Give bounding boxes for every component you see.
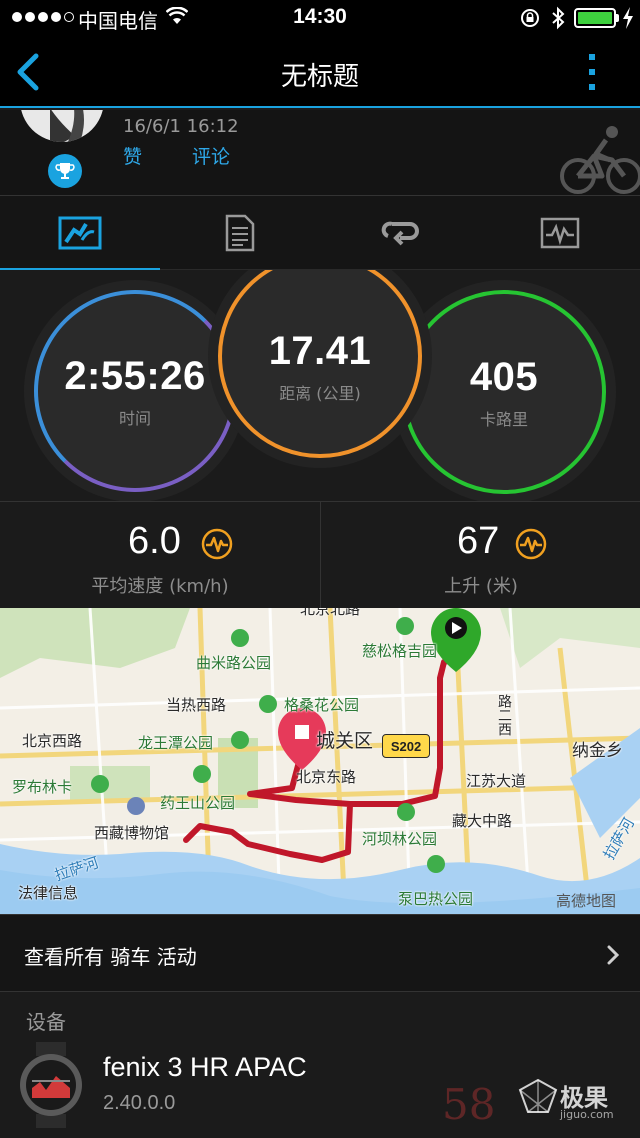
calories-label: 卡路里 bbox=[479, 409, 528, 429]
activity-date: 16/6/1 16:12 bbox=[123, 116, 239, 137]
activity-pulse-icon bbox=[201, 528, 233, 560]
calories-metric: 405 卡路里 bbox=[402, 290, 606, 494]
map-label: 当热西路 bbox=[166, 696, 227, 714]
map-label: 罗布林卡 bbox=[12, 778, 73, 796]
metric-circles: 2:55:26 时间 405 卡路里 17.41 距离 (公里) bbox=[0, 270, 640, 502]
more-button[interactable] bbox=[580, 52, 604, 92]
device-name[interactable]: fenix 3 HR APAC bbox=[103, 1052, 307, 1083]
avg-speed-stat[interactable]: 6.0 平均速度 (km/h) bbox=[0, 502, 320, 608]
tab-laps[interactable] bbox=[320, 196, 480, 270]
map-label: 北京北路 bbox=[300, 608, 361, 618]
activity-pulse-icon bbox=[515, 528, 547, 560]
device-section: 设备 fenix 3 HR APAC 2.40.0.0 58 极果 jiguo.… bbox=[0, 992, 640, 1138]
road-sign: S202 bbox=[382, 734, 430, 758]
map-label: 城关区 bbox=[316, 730, 374, 752]
navigation-bar: 无标题 bbox=[0, 36, 640, 108]
route-map[interactable]: 北京北路 曲米路公园 慈松格吉园 当热西路 格桑花公园 城关区 北京西路 龙王潭… bbox=[0, 608, 640, 914]
map-label: 龙王潭公园 bbox=[138, 734, 214, 752]
time-label: 时间 bbox=[118, 408, 151, 428]
map-label: 河坝林公园 bbox=[362, 830, 438, 848]
cycling-icon bbox=[556, 120, 640, 195]
like-link[interactable]: 赞 bbox=[123, 142, 142, 169]
watermark-mark: 58 bbox=[442, 1080, 496, 1129]
map-label: 格桑花公园 bbox=[284, 696, 360, 714]
comment-link[interactable]: 评论 bbox=[192, 142, 230, 169]
avg-speed-label: 平均速度 (km/h) bbox=[91, 576, 229, 597]
avatar[interactable] bbox=[20, 110, 104, 142]
map-label: 江苏大道 bbox=[466, 772, 527, 790]
more-vertical-icon bbox=[589, 54, 595, 90]
distance-label: 距离 (公里) bbox=[279, 383, 361, 403]
map-label: 西藏博物馆 bbox=[94, 824, 170, 842]
tab-details[interactable] bbox=[160, 196, 320, 270]
watermark-logo-icon bbox=[518, 1078, 558, 1113]
chart-icon bbox=[540, 217, 580, 249]
map-legal-link[interactable]: 法律信息 bbox=[18, 882, 78, 903]
device-section-title: 设备 bbox=[26, 1010, 66, 1034]
chevron-right-icon bbox=[607, 945, 620, 965]
distance-value: 17.41 bbox=[268, 328, 372, 373]
map-provider-logo: 高德地图 bbox=[556, 892, 617, 910]
watermark-site: jiguo.com bbox=[560, 1108, 614, 1121]
device-version: 2.40.0.0 bbox=[103, 1092, 176, 1114]
map-label: 藏大中路 bbox=[452, 812, 513, 830]
loop-icon bbox=[381, 221, 419, 246]
ascent-label: 上升 (米) bbox=[444, 576, 518, 597]
map-label: 慈松格吉园 bbox=[362, 642, 438, 660]
bluetooth-icon bbox=[551, 6, 565, 34]
battery-icon bbox=[574, 8, 616, 28]
status-bar: 中国电信 14:30 bbox=[0, 0, 640, 36]
map-label: 泵巴热公园 bbox=[398, 890, 474, 908]
view-all-activities-row[interactable]: 查看所有 骑车 活动 bbox=[0, 914, 640, 992]
map-label: 北京西路 bbox=[22, 732, 83, 750]
clock: 14:30 bbox=[293, 5, 347, 28]
calories-value: 405 bbox=[469, 354, 539, 399]
trophy-icon bbox=[48, 154, 82, 188]
battery-tip bbox=[616, 14, 619, 22]
avg-speed-value: 6.0 bbox=[128, 520, 181, 562]
map-label: 纳金乡 bbox=[572, 741, 623, 761]
activity-tabs bbox=[0, 196, 640, 271]
tab-overview[interactable] bbox=[0, 196, 160, 271]
activity-header: 16/6/1 16:12 赞 评论 bbox=[0, 110, 640, 196]
watch-image bbox=[18, 1042, 84, 1128]
map-label: 北京东路 bbox=[296, 768, 357, 786]
map-label: 路二西 bbox=[496, 694, 512, 736]
ascent-value: 67 bbox=[457, 520, 500, 562]
time-value: 2:55:26 bbox=[64, 353, 206, 398]
map-label: 曲米路公园 bbox=[196, 654, 272, 672]
rotation-lock-icon bbox=[520, 8, 540, 32]
distance-metric: 17.41 距离 (公里) bbox=[218, 270, 422, 458]
page-title: 无标题 bbox=[280, 62, 359, 92]
document-icon bbox=[225, 214, 255, 252]
tab-charts[interactable] bbox=[480, 196, 640, 270]
charging-icon bbox=[622, 7, 634, 33]
view-all-activities-label: 查看所有 骑车 活动 bbox=[24, 945, 197, 969]
overview-icon bbox=[58, 216, 102, 250]
time-metric: 2:55:26 时间 bbox=[34, 290, 236, 492]
ascent-stat[interactable]: 67 上升 (米) bbox=[320, 502, 640, 608]
stats-row: 6.0 平均速度 (km/h) 67 上升 (米) bbox=[0, 502, 640, 608]
map-label: 药王山公园 bbox=[160, 794, 236, 812]
